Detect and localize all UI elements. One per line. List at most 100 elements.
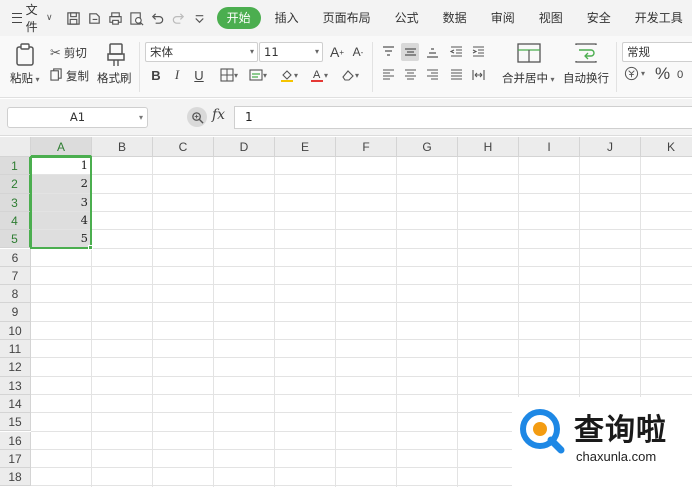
row-header-17[interactable]: 17	[0, 449, 31, 469]
merge-center-icon[interactable]	[516, 41, 542, 65]
percent-button[interactable]: %	[655, 64, 670, 84]
fill-handle[interactable]	[88, 244, 93, 250]
row-header-14[interactable]: 14	[0, 394, 31, 414]
row-header-13[interactable]: 13	[0, 376, 31, 395]
row-header-16[interactable]: 16	[0, 431, 31, 450]
column-header-a[interactable]: A	[31, 137, 92, 157]
column-header-j[interactable]: J	[580, 137, 641, 157]
italic-button[interactable]: I	[168, 66, 186, 84]
cut-button[interactable]: ✂ 剪切	[50, 45, 87, 61]
row-header-5[interactable]: 5	[0, 230, 31, 249]
copy-button[interactable]: 复制	[50, 68, 89, 84]
row-header-9[interactable]: 9	[0, 303, 31, 322]
grid-row-line	[31, 320, 692, 322]
cell-a1[interactable]: 1	[31, 157, 91, 175]
row-header-7[interactable]: 7	[0, 266, 31, 286]
align-right-icon[interactable]	[423, 66, 441, 84]
cell-a4[interactable]: 4	[31, 211, 91, 230]
font-size-select[interactable]: 11 ▾	[259, 42, 323, 62]
column-header-e[interactable]: E	[275, 137, 336, 157]
column-header-c[interactable]: C	[153, 137, 214, 157]
font-color-icon[interactable]: A ▾	[306, 66, 332, 84]
increase-font-icon[interactable]: A +	[328, 43, 346, 61]
tab-security[interactable]: 安全	[577, 7, 621, 29]
customize-toolbar-icon[interactable]	[191, 9, 209, 27]
zoom-icon[interactable]	[187, 107, 207, 127]
align-center-icon[interactable]	[401, 66, 419, 84]
cell-style-icon[interactable]: ▾	[245, 66, 271, 84]
tab-review[interactable]: 审阅	[481, 7, 525, 29]
row-header-11[interactable]: 11	[0, 340, 31, 359]
clear-format-icon[interactable]: ▾	[337, 66, 363, 84]
bold-button[interactable]: B	[147, 66, 165, 84]
print-preview-icon[interactable]	[128, 9, 146, 27]
tab-formulas[interactable]: 公式	[385, 7, 429, 29]
tab-data[interactable]: 数据	[433, 7, 477, 29]
merge-center-button[interactable]: 合并居中 ▾	[502, 70, 555, 86]
paste-icon[interactable]	[12, 42, 38, 68]
paste-button[interactable]: 粘贴 ▾	[10, 70, 40, 86]
format-painter-label[interactable]: 格式刷	[97, 70, 132, 86]
row-header-1[interactable]: 1	[0, 157, 31, 176]
column-header-h[interactable]: H	[458, 137, 519, 157]
column-header-i[interactable]: I	[519, 137, 580, 157]
column-header-b[interactable]: B	[92, 137, 153, 157]
row-header-2[interactable]: 2	[0, 175, 31, 194]
justify-icon[interactable]	[447, 66, 465, 84]
row-header-8[interactable]: 8	[0, 285, 31, 304]
print-icon[interactable]	[107, 9, 125, 27]
tab-insert[interactable]: 插入	[265, 7, 309, 29]
tab-page-layout[interactable]: 页面布局	[313, 7, 381, 29]
row-header-18[interactable]: 18	[0, 468, 31, 487]
number-format-select[interactable]: 常规	[622, 42, 692, 62]
save-icon[interactable]	[65, 9, 83, 27]
column-header-g[interactable]: G	[397, 137, 458, 157]
row-header-6[interactable]: 6	[0, 248, 31, 267]
insert-function-button[interactable]: fx	[212, 107, 225, 123]
fill-color-icon[interactable]: ▾	[276, 66, 302, 84]
align-top-icon[interactable]	[379, 43, 397, 61]
watermark: 查询啦 chaxunla.com	[512, 397, 692, 487]
file-menu[interactable]: 文件 ∨	[12, 3, 53, 34]
row-header-3[interactable]: 3	[0, 193, 31, 212]
redo-icon[interactable]	[170, 9, 188, 27]
ribbon-divider	[139, 42, 140, 92]
tab-view[interactable]: 视图	[529, 7, 573, 29]
distributed-align-icon[interactable]	[469, 66, 487, 84]
select-all-corner[interactable]	[0, 137, 31, 157]
row-header-15[interactable]: 15	[0, 413, 31, 432]
decrease-font-icon[interactable]: A-	[349, 43, 367, 61]
font-name-value: 宋体	[150, 45, 173, 59]
tab-home[interactable]: 开始	[216, 7, 261, 29]
wrap-text-label[interactable]: 自动换行	[563, 70, 609, 86]
increase-indent-icon[interactable]	[469, 43, 487, 61]
cell-a2[interactable]: 2	[31, 175, 91, 193]
cell-a3[interactable]: 3	[31, 193, 91, 211]
grid-row-line	[31, 210, 692, 212]
formula-input[interactable]: 1	[234, 106, 692, 129]
name-box[interactable]: A1 ▾	[7, 107, 148, 128]
column-header-k[interactable]: K	[641, 137, 692, 157]
tab-developer[interactable]: 开发工具	[625, 7, 692, 29]
decrease-indent-icon[interactable]	[447, 43, 465, 61]
align-middle-icon[interactable]	[401, 43, 419, 61]
underline-button[interactable]: U	[190, 66, 208, 84]
align-bottom-icon[interactable]	[423, 43, 441, 61]
wrap-text-icon[interactable]	[573, 41, 599, 65]
borders-icon[interactable]: ▾	[216, 66, 242, 84]
cell-a5[interactable]: 5	[31, 230, 91, 248]
thousands-separator-icon[interactable]: 0	[676, 66, 691, 84]
format-painter-icon[interactable]	[104, 42, 128, 68]
column-header-d[interactable]: D	[214, 137, 275, 157]
column-header-f[interactable]: F	[336, 137, 397, 157]
row-header-10[interactable]: 10	[0, 321, 31, 340]
menu-bar: 文件 ∨ 开始 插入 页面布局 公式 数据 审阅 视图 安全 开发工具	[0, 0, 692, 36]
grid-row-line	[31, 247, 692, 249]
row-header-12[interactable]: 12	[0, 358, 31, 377]
align-left-icon[interactable]	[379, 66, 397, 84]
font-name-select[interactable]: 宋体 ▾	[145, 42, 258, 62]
currency-format-button[interactable]: ▾	[624, 66, 645, 81]
export-icon[interactable]	[86, 9, 104, 27]
row-header-4[interactable]: 4	[0, 211, 31, 231]
undo-icon[interactable]	[149, 9, 167, 27]
